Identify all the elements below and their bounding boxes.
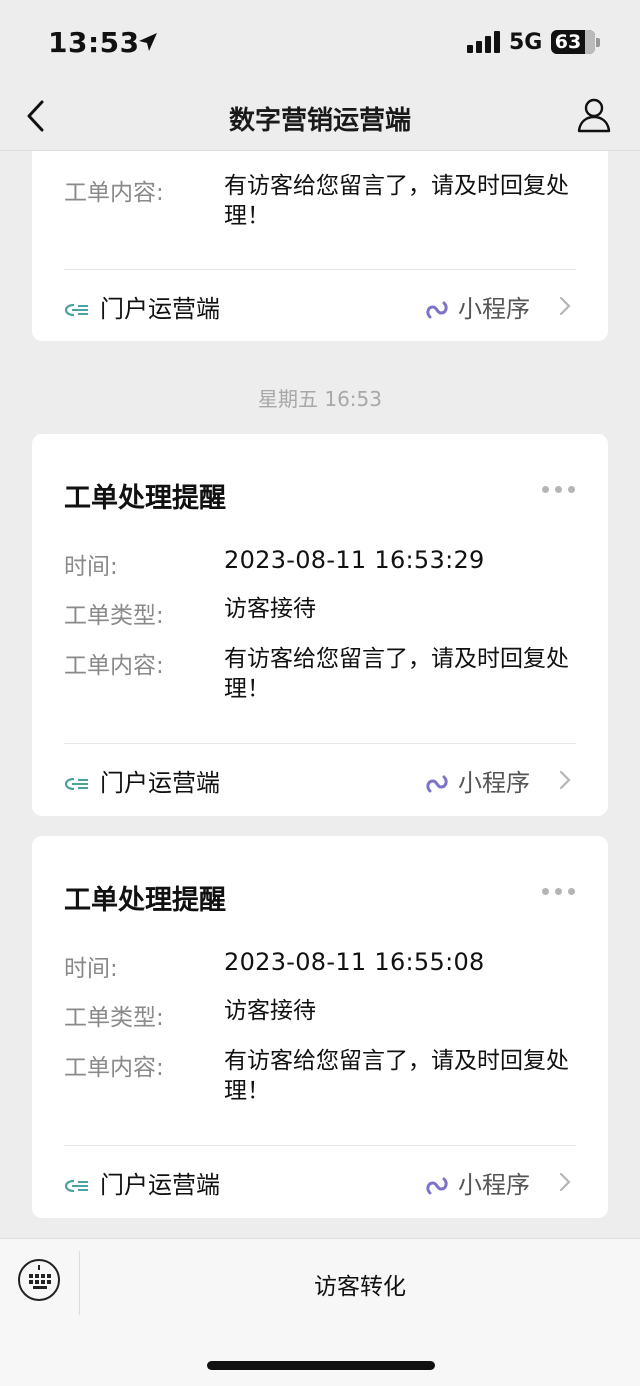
keyboard-icon <box>29 1265 51 1289</box>
message-card[interactable]: 工单处理提醒 时间: 2023-08-11 16:53:29 工单类型: 访客接… <box>32 434 608 816</box>
mini-program-label: 小程序 <box>458 1171 530 1199</box>
mini-program-label: 小程序 <box>458 769 530 797</box>
home-indicator <box>207 1361 435 1370</box>
content-label: 工单内容: <box>64 180 164 206</box>
divider <box>64 269 576 270</box>
menu-item-visitor-conversion[interactable]: 访客转化 <box>80 1267 640 1301</box>
source-app[interactable]: 门户运营端 <box>64 763 220 798</box>
more-options-icon[interactable] <box>542 888 576 898</box>
content-value: 有访客给您留言了，请及时回复处理！ <box>224 646 569 702</box>
signal-icon <box>467 31 500 53</box>
date-separator: 星期五 16:53 <box>258 387 382 411</box>
time-label: 时间: <box>64 956 118 982</box>
type-value: 访客接待 <box>224 998 316 1024</box>
status-bar: 13:53 5G 63 <box>0 0 640 86</box>
mini-program-icon <box>426 301 448 319</box>
divider <box>64 743 576 744</box>
type-label: 工单类型: <box>64 603 164 629</box>
card-title: 工单处理提醒 <box>64 885 226 916</box>
mini-program-icon <box>426 1177 448 1195</box>
mini-program-link[interactable]: 小程序 <box>424 289 530 324</box>
message-card-partial[interactable]: 工单内容: 有访客给您留言了，请及时回复处理！ 门户运营端 小程序 <box>32 151 608 341</box>
divider <box>64 1145 576 1146</box>
message-card[interactable]: 工单处理提醒 时间: 2023-08-11 16:55:08 工单类型: 访客接… <box>32 836 608 1218</box>
bottom-menu-bar: 访客转化 <box>0 1238 640 1386</box>
time-value: 2023-08-11 16:55:08 <box>224 948 485 976</box>
chevron-right-icon <box>559 296 571 316</box>
battery-level: 63 <box>554 31 582 53</box>
mini-program-link[interactable]: 小程序 <box>424 763 530 798</box>
more-options-icon[interactable] <box>542 486 576 496</box>
time-label: 时间: <box>64 554 118 580</box>
type-value: 访客接待 <box>224 596 316 622</box>
source-app-label: 门户运营端 <box>100 295 220 323</box>
battery-icon: 63 <box>551 30 600 54</box>
location-arrow-icon <box>139 33 157 51</box>
type-label: 工单类型: <box>64 1005 164 1031</box>
source-app-icon <box>64 777 88 791</box>
mini-program-label: 小程序 <box>458 295 530 323</box>
status-time: 13:53 <box>48 26 140 59</box>
source-app[interactable]: 门户运营端 <box>64 1165 220 1200</box>
content-value: 有访客给您留言了，请及时回复处理！ <box>224 1048 569 1104</box>
mini-program-icon <box>426 775 448 793</box>
page-title: 数字营销运营端 <box>228 106 411 136</box>
nav-bar: 数字营销运营端 <box>0 86 640 151</box>
content-value: 有访客给您留言了，请及时回复处理！ <box>224 173 569 229</box>
content-label: 工单内容: <box>64 653 164 679</box>
mini-program-link[interactable]: 小程序 <box>424 1165 530 1200</box>
source-app-label: 门户运营端 <box>100 1171 220 1199</box>
chevron-right-icon <box>559 1172 571 1192</box>
source-app-icon <box>64 303 88 317</box>
card-title: 工单处理提醒 <box>64 483 226 514</box>
network-label: 5G <box>509 30 543 55</box>
keyboard-toggle-button[interactable] <box>18 1259 60 1301</box>
time-value: 2023-08-11 16:53:29 <box>224 546 485 574</box>
chevron-right-icon <box>559 770 571 790</box>
user-profile-icon[interactable] <box>576 96 612 134</box>
source-app[interactable]: 门户运营端 <box>64 289 220 324</box>
source-app-label: 门户运营端 <box>100 769 220 797</box>
content-label: 工单内容: <box>64 1055 164 1081</box>
source-app-icon <box>64 1179 88 1193</box>
